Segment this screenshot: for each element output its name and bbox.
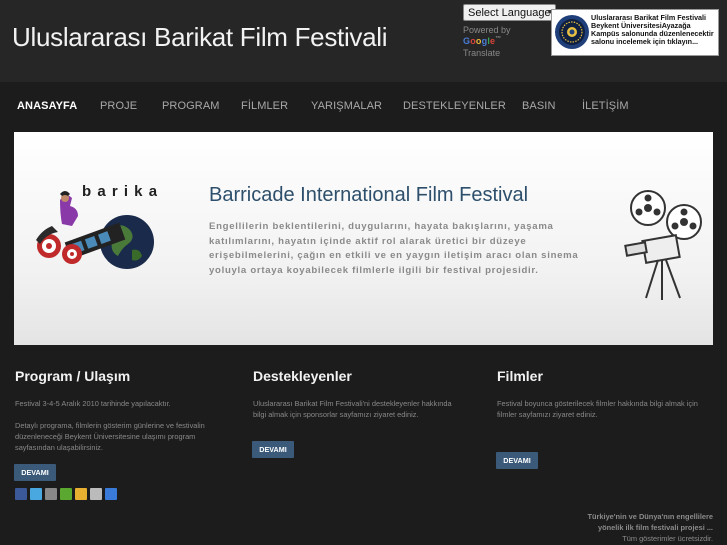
program-section-title: Program / Ulaşım — [15, 368, 131, 384]
nav-item-competitions[interactable]: YARIŞMALAR — [311, 100, 382, 112]
supporters-text: Uluslararası Barikat Film Festivali'ni d… — [253, 399, 452, 419]
footer-tagline-line2: yönelik ilk film festivali projesi ... — [597, 523, 713, 532]
banner-description: Engellilerin beklentilerini, duygularını… — [209, 221, 579, 276]
program-more-button[interactable]: DEVAMI — [14, 464, 56, 481]
google-logo: Google™ — [463, 36, 502, 46]
films-text: Festival boyunca gösterilecek filmler ha… — [497, 399, 698, 419]
nav-item-contact[interactable]: İLETİŞİM — [582, 100, 629, 112]
email-icon[interactable] — [90, 488, 102, 500]
nav-item-program[interactable]: PROGRAM — [162, 100, 220, 112]
nav-item-supporters[interactable]: DESTEKLEYENLER — [403, 100, 506, 112]
nav-item-home[interactable]: ANASAYFA — [17, 100, 77, 112]
hero-banner: b a r i k a t Barricade International Fi… — [14, 132, 713, 345]
site-title[interactable]: Uluslararası Barikat Film Festivali — [12, 22, 388, 53]
translate-link[interactable]: Translate — [463, 48, 500, 58]
facebook-icon[interactable] — [15, 488, 27, 500]
language-select-label: Select Language — [468, 7, 551, 19]
print-icon[interactable] — [45, 488, 57, 500]
university-seal-icon — [555, 15, 589, 49]
share-icon[interactable] — [60, 488, 72, 500]
svg-text:b a r i k a t: b a r i k a t — [82, 183, 157, 200]
program-detail-text: Detaylı programa, filmlerin gösterim gün… — [15, 421, 205, 452]
film-projector-icon — [624, 190, 702, 300]
nav-item-films[interactable]: FİLMLER — [241, 100, 288, 112]
twitter-icon[interactable] — [30, 488, 42, 500]
films-more-button[interactable]: DEVAMI — [496, 452, 538, 469]
nav-item-project[interactable]: PROJE — [100, 100, 137, 112]
films-section-title: Filmler — [497, 368, 543, 384]
barikat-logo-icon: b a r i k a t — [36, 183, 157, 269]
supporters-section-title: Destekleyenler — [253, 368, 352, 384]
banner-heading: Barricade International Film Festival — [209, 184, 529, 206]
header: Uluslararası Barikat Film Festivali Sele… — [0, 0, 727, 82]
supporters-more-button[interactable]: DEVAMI — [252, 441, 294, 458]
footer-tagline-line1: Türkiye'nin ve Dünya'nın engellilere — [587, 512, 714, 521]
program-date-text: Festival 3-4-5 Aralık 2010 tarihinde yap… — [15, 399, 171, 408]
venue-notice-text: Uluslararası Barikat Film Festivali Beyk… — [591, 13, 714, 47]
favorite-icon[interactable] — [75, 488, 87, 500]
language-select[interactable]: Select Language — [463, 4, 556, 21]
main-nav: ANASAYFA PROJE PROGRAM FİLMLER YARIŞMALA… — [0, 82, 727, 132]
nav-item-press[interactable]: BASIN — [522, 100, 556, 112]
powered-by-label: Powered by — [463, 25, 511, 35]
venue-notice-banner[interactable]: Uluslararası Barikat Film Festivali Beyk… — [551, 9, 719, 56]
delicious-icon[interactable] — [105, 488, 117, 500]
footer-free-note: Tüm gösterimler ücretsizdir. — [622, 534, 713, 543]
